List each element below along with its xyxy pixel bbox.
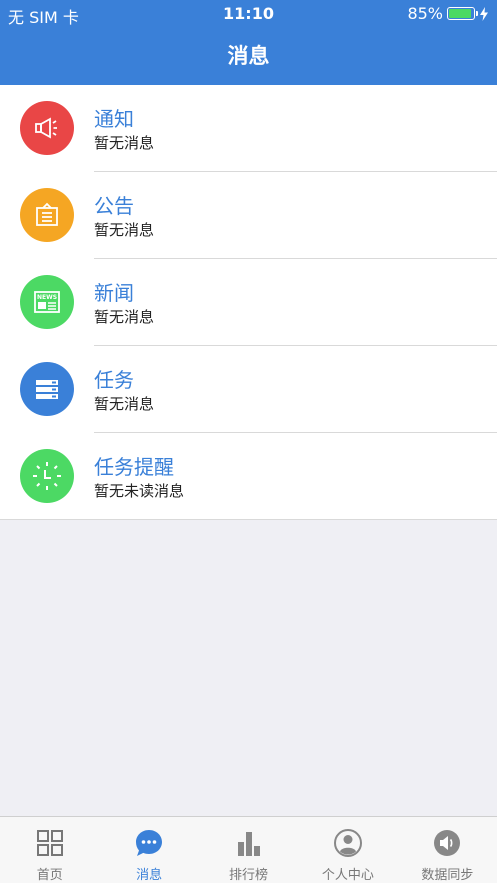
header: 无 SIM 卡 11:10 85% 消息 [0, 0, 497, 85]
tab-profile[interactable]: 个人中心 [298, 817, 397, 883]
tab-bar: 首页 消息 排行榜 个人中心 数据同步 [0, 816, 497, 883]
bar-chart-icon [237, 832, 260, 856]
tab-data-sync[interactable]: 数据同步 [398, 817, 497, 883]
message-subtitle: 暂无消息 [94, 395, 155, 413]
status-bar: 无 SIM 卡 11:10 85% [0, 0, 497, 28]
message-list: 通知 暂无消息 公告 暂无消息 NEWS 新闻 暂无消息 任务 暂无消息 任务提… [0, 85, 497, 520]
battery-indicator: 85% [407, 4, 489, 23]
tab-label: 排行榜 [229, 868, 269, 883]
task-list-icon [20, 362, 74, 416]
message-item-task-reminder[interactable]: 任务提醒 暂无未读消息 [0, 433, 497, 520]
grid-icon [36, 830, 63, 856]
tab-messages[interactable]: 消息 [99, 817, 198, 883]
message-title: 通知 [94, 107, 134, 131]
battery-percent: 85% [407, 4, 443, 23]
tab-label: 消息 [136, 868, 163, 883]
notice-board-icon [20, 188, 74, 242]
battery-icon [447, 7, 478, 20]
message-subtitle: 暂无消息 [94, 221, 155, 239]
message-item-news[interactable]: NEWS 新闻 暂无消息 [0, 259, 497, 346]
page-title: 消息 [227, 44, 270, 68]
message-subtitle: 暂无消息 [94, 308, 155, 326]
message-subtitle: 暂无未读消息 [94, 482, 185, 500]
message-item-notice[interactable]: 通知 暂无消息 [0, 85, 497, 172]
megaphone-icon [20, 101, 74, 155]
svg-text:NEWS: NEWS [37, 294, 57, 301]
divider [0, 519, 497, 520]
tab-ranking[interactable]: 排行榜 [199, 817, 298, 883]
chat-bubble-icon [136, 830, 163, 856]
message-title: 新闻 [94, 281, 134, 305]
person-icon [333, 829, 362, 857]
clock-icon [20, 449, 74, 503]
message-item-announcement[interactable]: 公告 暂无消息 [0, 172, 497, 259]
message-item-task[interactable]: 任务 暂无消息 [0, 346, 497, 433]
message-title: 公告 [94, 194, 134, 218]
tab-home[interactable]: 首页 [0, 817, 99, 883]
message-subtitle: 暂无消息 [94, 134, 155, 152]
message-title: 任务 [94, 368, 134, 392]
speaker-icon [434, 830, 461, 856]
message-title: 任务提醒 [94, 455, 174, 479]
tab-label: 首页 [36, 868, 63, 883]
tab-label: 个人中心 [321, 868, 374, 883]
charging-bolt-icon [480, 6, 488, 21]
newspaper-icon: NEWS [20, 275, 74, 329]
tab-label: 数据同步 [421, 868, 474, 883]
